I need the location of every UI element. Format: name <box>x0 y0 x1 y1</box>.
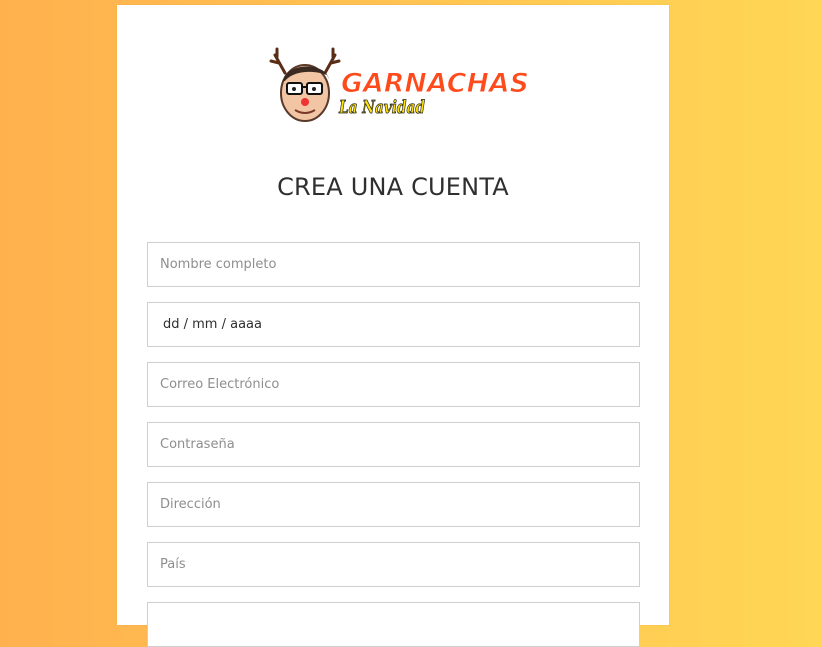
full-name-input[interactable] <box>147 242 640 287</box>
garnachas-logo: GARNACHAS La Navidad <box>269 47 530 122</box>
birthdate-input[interactable]: dd / mm / aaaa <box>147 302 640 347</box>
address-input[interactable] <box>147 482 640 527</box>
password-input[interactable] <box>147 422 640 467</box>
country-input[interactable] <box>147 542 640 587</box>
birthdate-value: dd / mm / aaaa <box>163 317 262 332</box>
svg-text:La Navidad: La Navidad <box>338 97 425 118</box>
mascot-face-icon <box>280 64 330 122</box>
signup-card: GARNACHAS La Navidad CREA UNA CUENTA dd … <box>117 5 669 647</box>
email-input[interactable] <box>147 362 640 407</box>
next-field[interactable] <box>147 602 640 647</box>
svg-text:GARNACHAS: GARNACHAS <box>341 68 529 99</box>
page-title: CREA UNA CUENTA <box>277 173 509 201</box>
